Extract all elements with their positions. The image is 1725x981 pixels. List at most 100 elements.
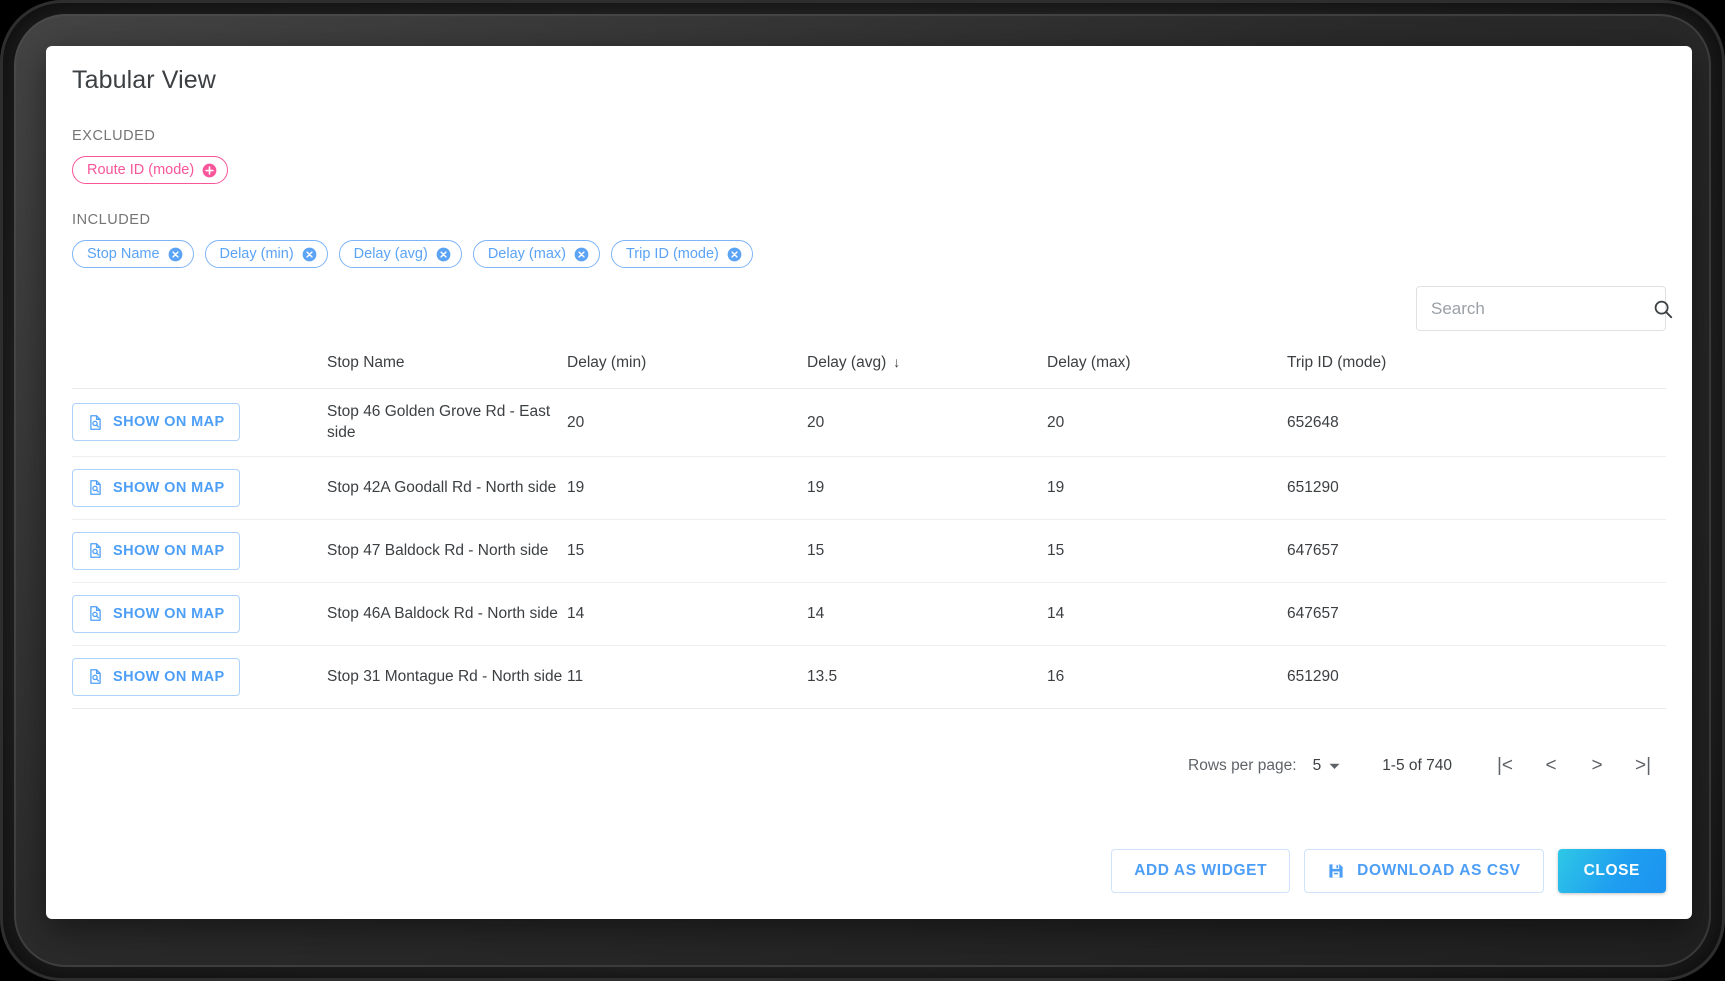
- results-table: Stop Name Delay (min) Delay (avg) ↓ Delay…: [72, 354, 1666, 709]
- cell-action: SHOW ON MAP: [72, 456, 327, 520]
- save-disk-icon: [1329, 864, 1343, 878]
- dialog-footer: ADD AS WIDGET DOWNLOAD AS CSV CLOSE: [1111, 849, 1666, 893]
- device-bezel: Tabular View EXCLUDED Route ID (mode) IN…: [0, 0, 1725, 981]
- close-label: CLOSE: [1583, 862, 1640, 879]
- show-on-map-button[interactable]: SHOW ON MAP: [72, 531, 240, 570]
- table-row: SHOW ON MAP Stop 31 Montague Rd - North …: [72, 645, 1666, 709]
- column-header-delay-max[interactable]: Delay (max): [1047, 354, 1287, 389]
- rows-per-page-select[interactable]: 5: [1313, 757, 1341, 775]
- show-on-map-button[interactable]: SHOW ON MAP: [72, 403, 240, 442]
- chip-delay-max[interactable]: Delay (max): [472, 240, 600, 268]
- excluded-section-label: EXCLUDED: [72, 128, 156, 144]
- last-page-button[interactable]: >|: [1620, 746, 1666, 786]
- next-page-button[interactable]: >: [1574, 746, 1620, 786]
- cell-delay-avg: 20: [807, 388, 1047, 457]
- chip-label: Route ID (mode): [87, 162, 195, 178]
- table-row: SHOW ON MAP Stop 47 Baldock Rd - North s…: [72, 519, 1666, 583]
- included-section-label: INCLUDED: [72, 212, 151, 228]
- show-on-map-button[interactable]: SHOW ON MAP: [72, 594, 240, 633]
- chip-stop-name[interactable]: Stop Name: [72, 240, 194, 268]
- tabular-view-dialog: Tabular View EXCLUDED Route ID (mode) IN…: [46, 46, 1692, 919]
- show-on-map-label: SHOW ON MAP: [113, 479, 225, 496]
- plus-circle-icon[interactable]: [202, 163, 217, 178]
- cell-delay-avg: 19: [807, 456, 1047, 520]
- page-range-label: 1-5 of 740: [1382, 757, 1452, 774]
- map-document-icon: [90, 415, 101, 430]
- map-document-icon: [90, 606, 101, 622]
- chip-label: Stop Name: [87, 246, 160, 262]
- show-on-map-button[interactable]: SHOW ON MAP: [72, 468, 240, 507]
- sort-desc-arrow-icon: ↓: [893, 354, 901, 370]
- table-row: SHOW ON MAP Stop 42A Goodall Rd - North …: [72, 456, 1666, 520]
- table-row: SHOW ON MAP Stop 46A Baldock Rd - North …: [72, 582, 1666, 646]
- column-header-stop-name[interactable]: Stop Name: [327, 354, 567, 389]
- table-header-row: Stop Name Delay (min) Delay (avg) ↓ Delay…: [72, 354, 1666, 389]
- show-on-map-label: SHOW ON MAP: [113, 414, 225, 431]
- column-header-trip-id[interactable]: Trip ID (mode): [1287, 354, 1666, 389]
- cell-trip-id: 651290: [1287, 645, 1666, 709]
- remove-circle-icon[interactable]: [727, 247, 742, 262]
- cell-action: SHOW ON MAP: [72, 645, 327, 709]
- chip-label: Delay (avg): [353, 246, 428, 262]
- rows-per-page-label: Rows per page:: [1188, 757, 1297, 774]
- cell-delay-min: 15: [567, 519, 807, 583]
- cell-delay-min: 11: [567, 645, 807, 709]
- column-header-action: [72, 354, 327, 389]
- map-document-icon: [90, 543, 101, 559]
- cell-delay-min: 14: [567, 582, 807, 646]
- cell-delay-max: 14: [1047, 582, 1287, 646]
- cell-action: SHOW ON MAP: [72, 388, 327, 457]
- remove-circle-icon[interactable]: [168, 247, 183, 262]
- download-as-csv-label: DOWNLOAD AS CSV: [1357, 862, 1521, 879]
- cell-delay-avg: 13.5: [807, 645, 1047, 709]
- cell-delay-max: 20: [1047, 388, 1287, 457]
- pagination: Rows per page: 5 1-5 of 740 |< < > >|: [1188, 746, 1666, 786]
- chip-label: Delay (min): [219, 246, 294, 262]
- chevron-down-icon: [1329, 763, 1340, 769]
- table-row: SHOW ON MAP Stop 46 Golden Grove Rd - Ea…: [72, 388, 1666, 457]
- show-on-map-label: SHOW ON MAP: [113, 605, 225, 622]
- search-input[interactable]: [1431, 298, 1652, 319]
- chip-label: Trip ID (mode): [625, 246, 719, 262]
- page-title: Tabular View: [72, 66, 216, 94]
- cell-trip-id: 647657: [1287, 519, 1666, 583]
- included-chip-row: Stop Name Delay (min) Delay (avg) Delay …: [72, 240, 753, 268]
- results-table-container: Stop Name Delay (min) Delay (avg) ↓ Delay…: [72, 354, 1666, 709]
- cell-trip-id: 652648: [1287, 388, 1666, 457]
- close-button[interactable]: CLOSE: [1557, 849, 1666, 893]
- cell-stop-name: Stop 46 Golden Grove Rd - East side: [327, 388, 567, 457]
- remove-circle-icon[interactable]: [436, 247, 451, 262]
- cell-delay-max: 19: [1047, 456, 1287, 520]
- download-as-csv-button[interactable]: DOWNLOAD AS CSV: [1304, 849, 1544, 893]
- chip-label: Delay (max): [487, 246, 566, 262]
- chip-delay-min[interactable]: Delay (min): [204, 240, 328, 268]
- chip-trip-id-mode[interactable]: Trip ID (mode): [610, 240, 753, 268]
- column-header-delay-min[interactable]: Delay (min): [567, 354, 807, 389]
- first-page-button[interactable]: |<: [1482, 746, 1528, 786]
- show-on-map-label: SHOW ON MAP: [113, 668, 225, 685]
- search-icon[interactable]: [1652, 298, 1674, 320]
- column-header-delay-avg[interactable]: Delay (avg) ↓: [807, 354, 1047, 389]
- cell-stop-name: Stop 42A Goodall Rd - North side: [327, 456, 567, 520]
- prev-page-button[interactable]: <: [1528, 746, 1574, 786]
- remove-circle-icon[interactable]: [574, 247, 589, 262]
- show-on-map-button[interactable]: SHOW ON MAP: [72, 657, 240, 696]
- add-as-widget-button[interactable]: ADD AS WIDGET: [1111, 849, 1291, 893]
- cell-stop-name: Stop 47 Baldock Rd - North side: [327, 519, 567, 583]
- cell-stop-name: Stop 31 Montague Rd - North side: [327, 645, 567, 709]
- rows-per-page-value: 5: [1312, 757, 1322, 774]
- table-header: Stop Name Delay (min) Delay (avg) ↓ Delay…: [72, 354, 1666, 389]
- cell-delay-avg: 15: [807, 519, 1047, 583]
- show-on-map-label: SHOW ON MAP: [113, 542, 225, 559]
- cell-delay-max: 16: [1047, 645, 1287, 709]
- remove-circle-icon[interactable]: [302, 247, 317, 262]
- chip-delay-avg[interactable]: Delay (avg): [338, 240, 462, 268]
- cell-action: SHOW ON MAP: [72, 582, 327, 646]
- map-document-icon: [90, 480, 101, 496]
- map-document-icon: [90, 669, 101, 685]
- cell-delay-min: 20: [567, 388, 807, 457]
- search-box[interactable]: [1416, 286, 1673, 331]
- cell-action: SHOW ON MAP: [72, 519, 327, 583]
- chip-route-id-mode[interactable]: Route ID (mode): [72, 156, 229, 184]
- cell-trip-id: 647657: [1287, 582, 1666, 646]
